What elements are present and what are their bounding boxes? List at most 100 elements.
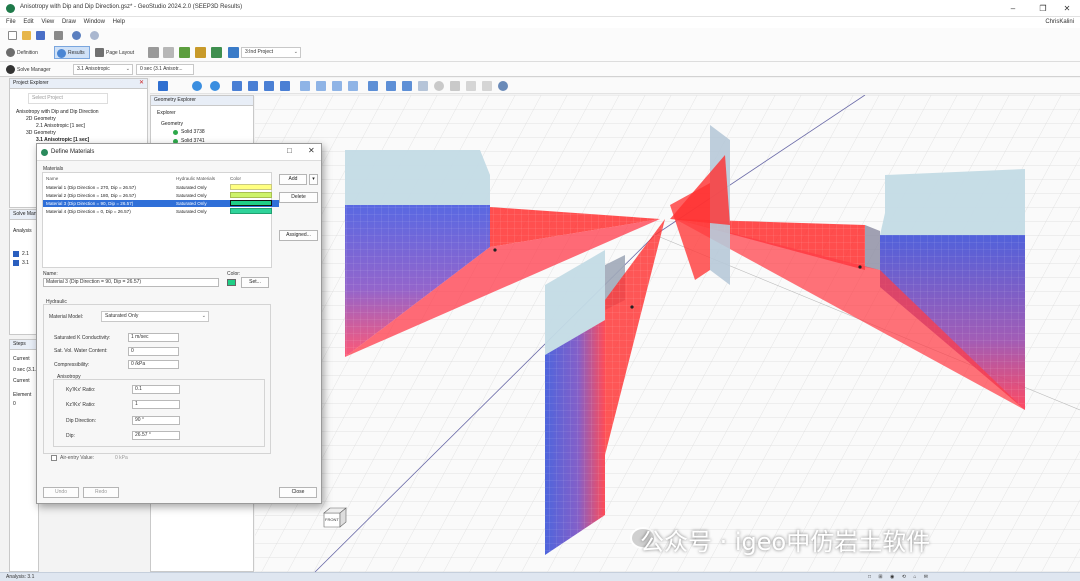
air-entry-value: 0 kPa — [115, 455, 128, 461]
add-button[interactable]: Add — [279, 174, 307, 185]
redo-icon[interactable] — [90, 31, 99, 40]
page-layout-tab[interactable]: Page Layout — [106, 50, 134, 56]
save-icon[interactable] — [36, 31, 45, 40]
maximize-button[interactable]: ❐ — [1030, 0, 1056, 17]
dialog-close-icon[interactable]: ✕ — [308, 146, 315, 155]
grid-icon[interactable] — [148, 47, 159, 58]
zoom-in-icon[interactable] — [232, 81, 242, 91]
shading-icon[interactable] — [368, 81, 378, 91]
3d-viewport[interactable] — [255, 95, 1080, 572]
material-name-field[interactable]: Material 3 (Dip Direction = 90, Dip = 26… — [43, 278, 219, 287]
zoom-fit-icon[interactable] — [264, 81, 274, 91]
solve-manager-button[interactable]: Solve Manager — [17, 67, 51, 73]
analysis-item-2[interactable]: 3.1 — [22, 260, 29, 266]
material-model-select[interactable]: Saturated Only ⌄ — [101, 311, 209, 322]
print-icon[interactable] — [54, 31, 63, 40]
table-row-selected[interactable]: Material 3 (Dip Direction = 90, Dip = 26… — [43, 200, 279, 207]
chart-icon[interactable] — [195, 47, 206, 58]
sat-vwc-field[interactable]: 0 — [128, 347, 179, 356]
orbit-icon[interactable] — [210, 81, 220, 91]
vector-icon[interactable] — [402, 81, 412, 91]
view-top-icon[interactable] — [332, 81, 342, 91]
zoom-window-icon[interactable] — [280, 81, 290, 91]
menu-draw[interactable]: Draw — [62, 17, 76, 28]
view-cube-icon[interactable] — [158, 81, 168, 91]
steps-panel: Steps Current 0 sec (3.1... Current Elem… — [9, 339, 39, 572]
measure-icon[interactable] — [466, 81, 476, 91]
open-folder-icon[interactable] — [22, 31, 31, 40]
view-iso-icon[interactable] — [348, 81, 358, 91]
table-row[interactable]: Material 4 (Dip Direction = 0, Dip = 26.… — [43, 208, 279, 215]
pick-icon[interactable] — [482, 81, 492, 91]
dip-direction-label: Dip Direction: — [66, 418, 97, 424]
set-color-button[interactable]: Set... — [241, 277, 269, 288]
ratio-y-field[interactable]: 0.1 — [132, 385, 180, 394]
tree-item-2d-geometry[interactable]: 2D Geometry — [26, 116, 56, 122]
tree-item-root[interactable]: Anisotropy with Dip and Dip Direction — [16, 109, 99, 115]
section-icon[interactable] — [450, 81, 460, 91]
contour-icon[interactable] — [418, 81, 428, 91]
color-label: Color: — [227, 271, 241, 277]
dip-field[interactable]: 26.57 ° — [132, 431, 180, 440]
results-tab[interactable]: Results — [54, 46, 90, 59]
analysis-combo[interactable]: 3.1 Anisotropic ⌄ — [73, 64, 133, 75]
element-label: Element — [13, 392, 32, 398]
model-rendering — [255, 95, 1080, 572]
status-icons[interactable]: □ ⊞ ◉ ⟲ ⌂ ✉ — [868, 573, 931, 581]
air-entry-checkbox[interactable] — [51, 455, 57, 461]
graph-icon[interactable] — [179, 47, 190, 58]
table-row[interactable]: Material 2 (Dip Direction = 180, Dip = 2… — [43, 192, 279, 199]
view-front-icon[interactable] — [300, 81, 310, 91]
refresh-icon[interactable] — [498, 81, 508, 91]
material-name: Material 2 (Dip Direction = 180, Dip = 2… — [46, 193, 136, 198]
tree-item-2d-analysis[interactable]: 2.1 Anisotropic [1 sec] — [36, 123, 85, 129]
current-button[interactable]: Current — [13, 378, 30, 384]
definition-tab[interactable]: Definition — [17, 50, 38, 56]
assigned-button[interactable]: Assigned... — [279, 230, 318, 241]
add-dropdown-button[interactable]: ▾ — [309, 174, 318, 185]
view-side-icon[interactable] — [316, 81, 326, 91]
redo-button[interactable]: Redo — [83, 487, 119, 498]
minimize-button[interactable]: – — [1000, 0, 1026, 17]
table-icon[interactable] — [163, 47, 174, 58]
sat-k-field[interactable]: 1 m/sec — [128, 333, 179, 342]
time-combo[interactable]: 0 sec (3.1 Anisotr... — [136, 64, 194, 75]
dip-direction-field[interactable]: 90 ° — [132, 416, 180, 425]
watermark: 公众号 · igeo中仿岩土软件 — [640, 528, 931, 556]
close-button[interactable]: ✕ — [1054, 0, 1080, 17]
checkbox-icon[interactable] — [13, 260, 19, 266]
project-combo[interactable]: 3:Ind Project ⌄ — [241, 47, 301, 58]
geometry-node[interactable]: Geometry — [161, 121, 183, 127]
rotate-icon[interactable] — [192, 81, 202, 91]
undo-icon[interactable] — [72, 31, 81, 40]
ratio-z-field[interactable]: 1 — [132, 400, 180, 409]
color-swatch[interactable] — [227, 279, 236, 286]
current-label: Current — [13, 356, 30, 362]
tree-item-3d-geometry[interactable]: 3D Geometry — [26, 130, 56, 136]
explorer-label: Explorer — [157, 110, 176, 116]
solid-item[interactable]: Solid 3738 — [181, 129, 205, 135]
close-icon[interactable]: ✕ — [139, 79, 144, 86]
select-project-input[interactable]: Select Project — [28, 93, 108, 104]
compressibility-field[interactable]: 0 /kPa — [128, 360, 179, 369]
report-icon[interactable] — [211, 47, 222, 58]
delete-button[interactable]: Delete — [279, 192, 318, 203]
material-hydraulic: Saturated Only — [176, 185, 207, 190]
undo-button[interactable]: Undo — [43, 487, 79, 498]
checkbox-icon[interactable] — [13, 251, 19, 257]
mesh-icon[interactable] — [386, 81, 396, 91]
dialog-maximize-icon[interactable]: □ — [287, 146, 292, 155]
menu-edit[interactable]: Edit — [23, 17, 33, 28]
navigation-cube[interactable]: FRONT — [318, 503, 350, 533]
menu-file[interactable]: File — [6, 17, 16, 28]
light-icon[interactable] — [434, 81, 444, 91]
menu-help[interactable]: Help — [113, 17, 125, 28]
close-button[interactable]: Close — [279, 487, 317, 498]
material-hydraulic: Saturated Only — [176, 193, 207, 198]
zoom-out-icon[interactable] — [248, 81, 258, 91]
new-file-icon[interactable] — [8, 31, 17, 40]
table-row[interactable]: Material 1 (Dip Direction = 270, Dip = 2… — [43, 184, 279, 191]
menu-view[interactable]: View — [41, 17, 54, 28]
menu-window[interactable]: Window — [84, 17, 105, 28]
analysis-item-1[interactable]: 2.1 — [22, 251, 29, 257]
